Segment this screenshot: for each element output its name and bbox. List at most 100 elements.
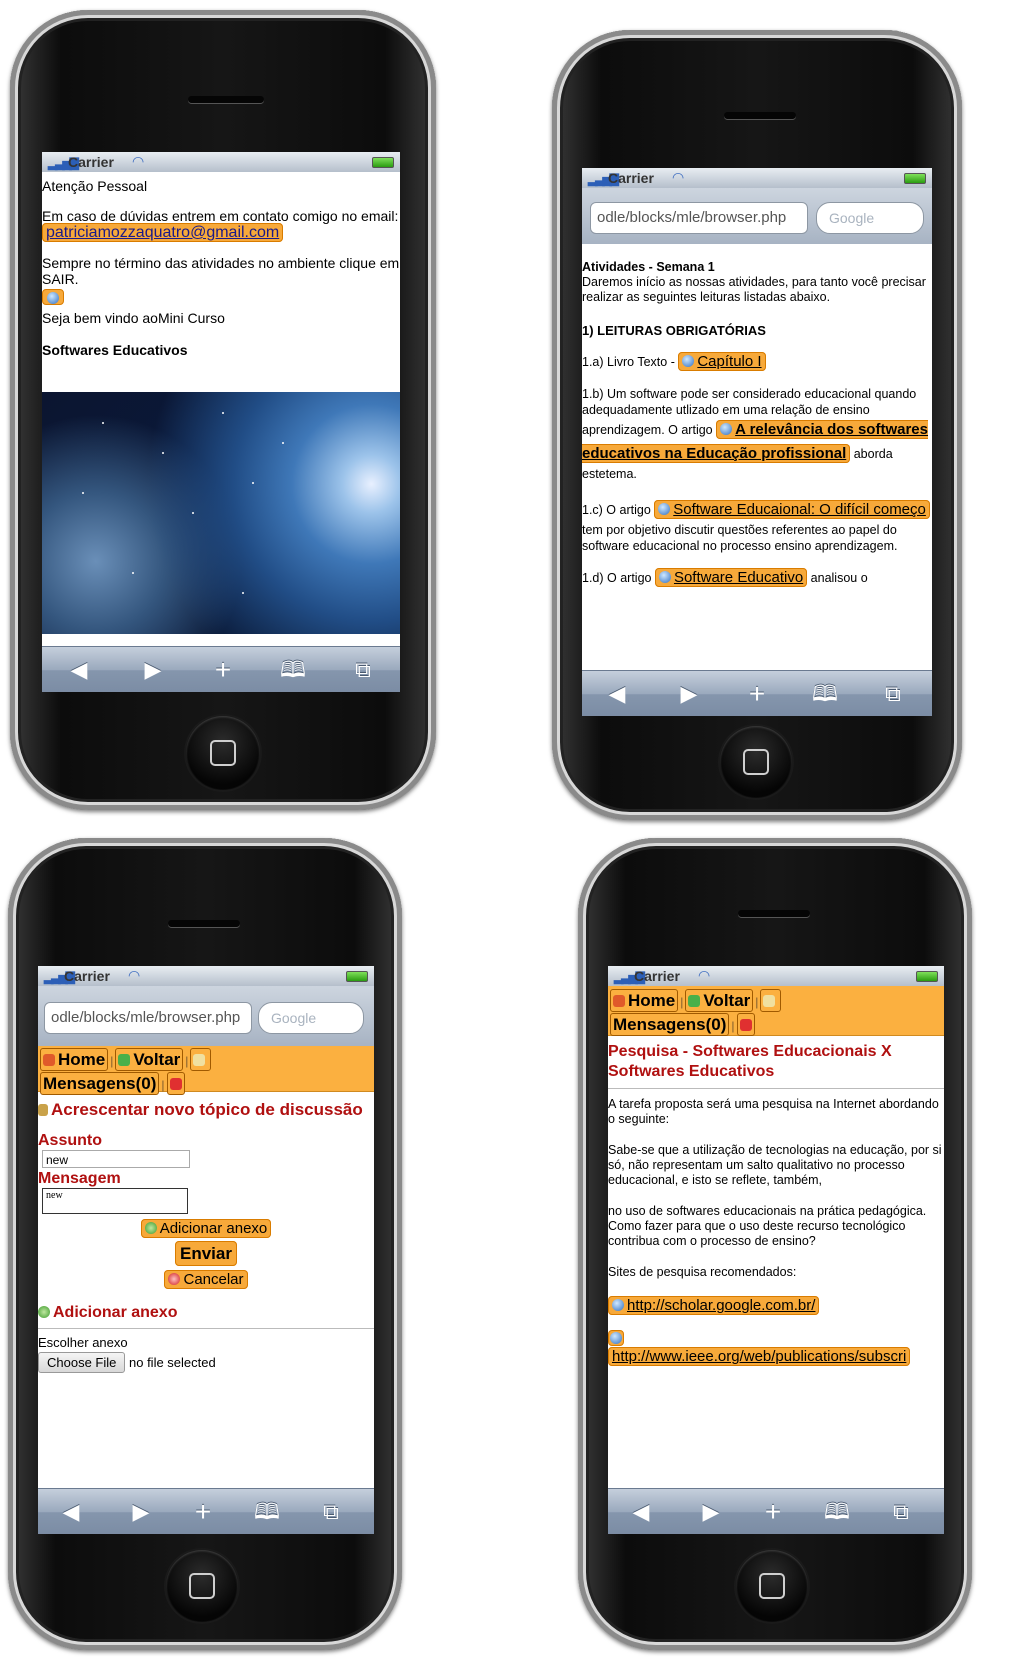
bookmarks-icon[interactable]: 🕮 [822,1499,852,1525]
bookmarks-icon[interactable]: 🕮 [278,657,308,683]
logout-link[interactable] [736,1013,755,1036]
search-field[interactable]: Google [816,202,924,234]
contact-paragraph: Em caso de dúvidas entrem em contato com… [42,208,400,242]
plus-icon[interactable]: + [742,680,772,708]
forward-arrow-icon[interactable]: ▶ [138,657,168,683]
pages-icon[interactable]: ⧉ [348,657,378,683]
plus-icon[interactable]: + [188,1498,218,1526]
moodle-nav-bar: Home | Voltar | Mensagens(0) | [38,1046,374,1095]
send-button[interactable]: Enviar [175,1241,237,1266]
home-button[interactable] [166,1550,238,1622]
battery-icon [372,157,394,168]
page-content: Pesquisa - Softwares Educacionais X Soft… [608,1038,944,1488]
bookmarks-icon[interactable]: 🕮 [810,681,840,707]
wifi-icon: ◠ [128,967,141,983]
message-icon [193,1054,206,1066]
globe-icon [47,292,59,304]
home-button[interactable] [720,726,792,798]
phone-4: ▂▃▅▇ Carrier ◠ Home | Voltar | Mensagens(0) |… [578,838,972,1650]
pages-icon[interactable]: ⧉ [316,1499,346,1525]
intro-text: Daremos início as nossas atividades, par… [582,275,926,304]
back-link[interactable]: Voltar [685,989,754,1012]
star [252,482,254,484]
home-button[interactable] [736,1550,808,1622]
ieee-icon-link[interactable] [608,1330,624,1346]
forward-arrow-icon[interactable]: ▶ [126,1499,156,1525]
home-button[interactable] [186,716,260,790]
phone-2: ▂▃▅▇ Carrier ◠ odle/blocks/mle/browser.p… [552,30,962,820]
bookmarks-icon[interactable]: 🕮 [252,1499,282,1525]
plus-icon[interactable]: + [208,656,238,684]
home-icon [613,995,625,1007]
back-arrow-icon[interactable]: ◀ [626,1499,656,1525]
power-icon [739,1019,752,1031]
item-d: 1.d) O artigo Software Educativo analiso… [582,568,932,587]
back-arrow-icon[interactable]: ◀ [602,681,632,707]
moodle-icon-link[interactable] [42,289,64,305]
pages-icon[interactable]: ⧉ [878,681,908,707]
search-field[interactable]: Google [258,1002,364,1034]
pages-icon[interactable]: ⧉ [886,1499,916,1525]
star [162,452,164,454]
email-link[interactable]: patriciamozzaquatro@gmail.com [42,223,284,242]
forward-arrow-icon[interactable]: ▶ [696,1499,726,1525]
battery-icon [346,971,368,982]
edit-icon [38,1104,48,1116]
messages-icon-link[interactable] [190,1048,212,1071]
home-square-icon [210,740,236,766]
no-file-text: no file selected [129,1355,216,1370]
home-icon [43,1054,55,1066]
globe-icon [658,571,671,583]
add-attachment-label: Adicionar anexo [159,1220,268,1237]
message-label: Mensagem [38,1170,121,1187]
scholar-link-text: http://scholar.google.com.br/ [627,1297,816,1314]
heading-text: Atenção Pessoal [42,178,148,194]
separator: | [110,1054,114,1068]
paragraph-1: A tarefa proposta será uma pesquisa na I… [608,1097,939,1126]
screen-3: ▂▃▅▇ Carrier ◠ odle/blocks/mle/browser.p… [38,966,374,1534]
page-content: Atividades - Semana 1 Daremos início as … [582,246,932,670]
page-content: Atenção Pessoal Em caso de dúvidas entre… [42,172,400,646]
ieee-link[interactable]: http://www.ieee.org/web/publications/sub… [608,1347,911,1366]
url-field[interactable]: odle/blocks/mle/browser.php [590,202,808,234]
add-attachment-button[interactable]: Adicionar anexo [140,1219,272,1238]
paragraph-2: Sabe-se que a utilização de tecnologias … [608,1143,942,1187]
wifi-icon: ◠ [672,169,685,185]
messages-link[interactable]: Mensagens(0) [610,1013,730,1036]
attachment-section-heading: Adicionar anexo [38,1304,374,1322]
message-textarea[interactable]: new [42,1188,188,1214]
back-link[interactable]: Voltar [115,1048,184,1071]
choose-attachment-label: Escolher anexo [38,1335,128,1350]
earpiece [738,910,810,917]
scholar-link[interactable]: http://scholar.google.com.br/ [608,1296,820,1315]
choose-file-button[interactable]: Choose File [38,1352,126,1373]
plus-icon[interactable]: + [758,1498,788,1526]
item-a-prefix: 1.a) Livro Texto - [582,355,679,369]
carrier-label: Carrier [64,968,110,984]
item-d-suffix: analisou o [807,571,868,585]
item-d-prefix: 1.d) O artigo [582,571,655,585]
forward-arrow-icon[interactable]: ▶ [674,681,704,707]
item-a: 1.a) Livro Texto - Capítulo I [582,352,932,371]
new-topic-text: Acrescentar novo tópico de discussão [51,1100,363,1119]
back-arrow-icon[interactable]: ◀ [64,657,94,683]
home-link[interactable]: Home [40,1048,109,1071]
status-bar: ▂▃▅▇ Carrier ◠ [38,966,374,986]
divider [38,1328,374,1329]
home-label: Home [628,991,676,1010]
attachment-section-text: Adicionar anexo [53,1304,178,1321]
activities-title: Atividades - Semana 1 [582,260,715,274]
subject-input[interactable]: new [42,1150,190,1168]
chapter-link[interactable]: Capítulo I [678,352,766,371]
phone-1: ▂▃▅▇ Carrier ◠ Atenção Pessoal Em caso d… [10,10,436,810]
back-arrow-icon[interactable]: ◀ [56,1499,86,1525]
url-field[interactable]: odle/blocks/mle/browser.php [44,1002,252,1034]
educativo-link[interactable]: Software Educativo [654,568,808,587]
wifi-icon: ◠ [698,967,711,983]
home-link[interactable]: Home [610,989,679,1012]
educational-software-link[interactable]: Software Educaional: O difícil começo [654,500,930,519]
new-topic-heading: Acrescentar novo tópico de discussão [38,1100,374,1120]
cancel-button[interactable]: Cancelar [164,1270,248,1289]
messages-icon-link[interactable] [760,989,782,1012]
star [242,592,244,594]
